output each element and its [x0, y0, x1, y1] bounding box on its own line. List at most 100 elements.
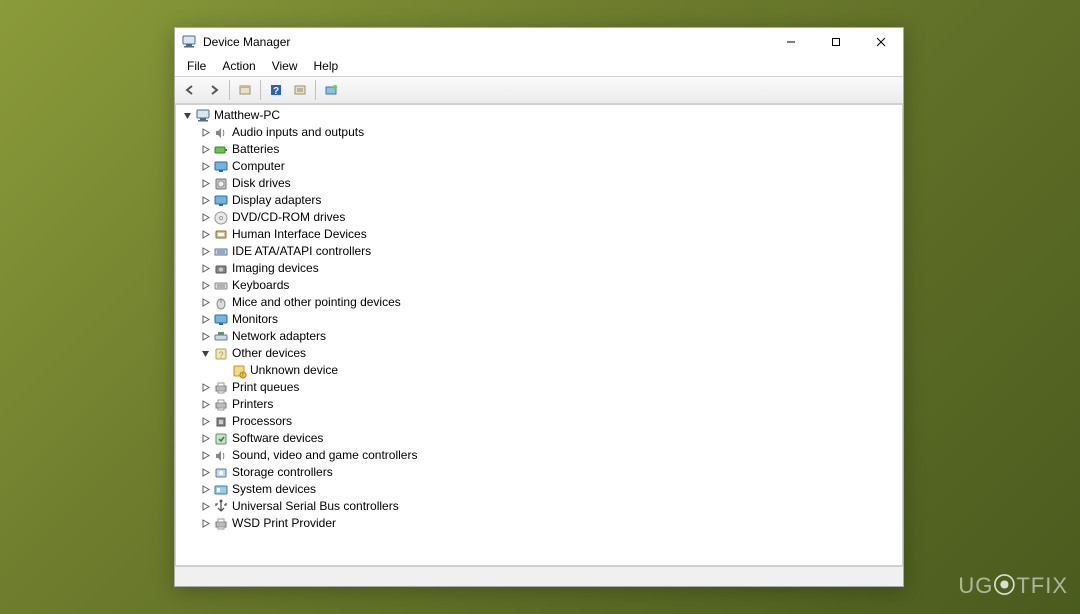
pc-icon [195, 108, 211, 124]
unknown-icon: ! [231, 363, 247, 379]
chevron-right-icon[interactable] [198, 517, 212, 531]
tree-node-display-adapters[interactable]: Display adapters [176, 192, 902, 209]
svg-text:?: ? [273, 86, 279, 97]
tree-node-label: Batteries [232, 141, 285, 158]
tree-node-root[interactable]: Matthew-PC [176, 107, 902, 124]
tree-node-label: Unknown device [250, 362, 344, 379]
tree-node-dvd-cd-rom-drives[interactable]: DVD/CD-ROM drives [176, 209, 902, 226]
tree-node-keyboards[interactable]: Keyboards [176, 277, 902, 294]
chevron-right-icon[interactable] [198, 279, 212, 293]
toolbar-separator [229, 80, 230, 100]
menu-view[interactable]: View [264, 57, 306, 75]
menu-action[interactable]: Action [214, 57, 263, 75]
tree-node-label: Mice and other pointing devices [232, 294, 407, 311]
tree-node-sound-video-and-game-controllers[interactable]: Sound, video and game controllers [176, 447, 902, 464]
chevron-right-icon[interactable] [198, 398, 212, 412]
chevron-right-icon[interactable] [198, 228, 212, 242]
tree-node-human-interface-devices[interactable]: Human Interface Devices [176, 226, 902, 243]
toolbar-forward-button[interactable] [203, 79, 225, 101]
watermark: UG⦿TFIX [958, 568, 1068, 600]
chevron-right-icon[interactable] [198, 483, 212, 497]
tree-node-ide-ata-atapi-controllers[interactable]: IDE ATA/ATAPI controllers [176, 243, 902, 260]
chevron-right-icon[interactable] [198, 313, 212, 327]
chevron-right-icon[interactable] [198, 466, 212, 480]
tree-node-unknown-device[interactable]: ! Unknown device [176, 362, 902, 379]
chevron-right-icon[interactable] [198, 296, 212, 310]
chevron-right-icon[interactable] [198, 262, 212, 276]
tree-node-label: Human Interface Devices [232, 226, 373, 243]
toolbar-scan-button[interactable] [320, 79, 342, 101]
toolbar-separator [260, 80, 261, 100]
tree-node-label: Computer [232, 158, 291, 175]
disk-icon [213, 176, 229, 192]
chevron-right-icon[interactable] [198, 330, 212, 344]
chevron-right-icon[interactable] [198, 245, 212, 259]
system-icon [213, 482, 229, 498]
close-button[interactable] [858, 28, 903, 56]
tree-node-label: Disk drives [232, 175, 297, 192]
tree-node-disk-drives[interactable]: Disk drives [176, 175, 902, 192]
chevron-right-icon[interactable] [198, 381, 212, 395]
ide-icon [213, 244, 229, 260]
titlebar[interactable]: Device Manager [175, 28, 903, 56]
statusbar [175, 566, 903, 586]
tree-node-label: Imaging devices [232, 260, 325, 277]
chevron-right-icon[interactable] [198, 143, 212, 157]
storage-icon [213, 465, 229, 481]
tree-node-processors[interactable]: Processors [176, 413, 902, 430]
tree-node-universal-serial-bus-controllers[interactable]: Universal Serial Bus controllers [176, 498, 902, 515]
menu-file[interactable]: File [179, 57, 214, 75]
tree-node-computer[interactable]: Computer [176, 158, 902, 175]
tree-node-label: WSD Print Provider [232, 515, 342, 532]
tree-node-mice-and-other-pointing-devices[interactable]: Mice and other pointing devices [176, 294, 902, 311]
tree-node-monitors[interactable]: Monitors [176, 311, 902, 328]
tree-node-audio-inputs-and-outputs[interactable]: Audio inputs and outputs [176, 124, 902, 141]
monitor-icon [213, 159, 229, 175]
chevron-right-icon[interactable] [198, 177, 212, 191]
chevron-right-icon[interactable] [198, 160, 212, 174]
tree-node-label: System devices [232, 481, 322, 498]
chevron-right-icon[interactable] [198, 415, 212, 429]
chevron-right-icon[interactable] [198, 449, 212, 463]
tree-node-printers[interactable]: Printers [176, 396, 902, 413]
svg-text:!: ! [242, 373, 243, 379]
tree-node-label: Universal Serial Bus controllers [232, 498, 405, 515]
toolbar-properties-button[interactable] [289, 79, 311, 101]
window-controls [768, 28, 903, 56]
toolbar-separator [315, 80, 316, 100]
app-icon [181, 34, 197, 50]
toolbar-show-hidden-button[interactable] [234, 79, 256, 101]
toolbar-back-button[interactable] [179, 79, 201, 101]
tree-node-storage-controllers[interactable]: Storage controllers [176, 464, 902, 481]
tree-node-system-devices[interactable]: System devices [176, 481, 902, 498]
tree-node-print-queues[interactable]: Print queues [176, 379, 902, 396]
tree-node-other-devices[interactable]: ?Other devices [176, 345, 902, 362]
tree-node-label: Network adapters [232, 328, 332, 345]
chevron-down-icon[interactable] [180, 109, 194, 123]
tree-node-label: IDE ATA/ATAPI controllers [232, 243, 377, 260]
tree-node-network-adapters[interactable]: Network adapters [176, 328, 902, 345]
chevron-right-icon[interactable] [198, 432, 212, 446]
menu-help[interactable]: Help [306, 57, 347, 75]
chevron-right-icon[interactable] [198, 211, 212, 225]
toolbar: ? [175, 76, 903, 104]
speaker-icon [213, 125, 229, 141]
tree-node-batteries[interactable]: Batteries [176, 141, 902, 158]
menubar: File Action View Help [175, 56, 903, 76]
tree-node-label: Printers [232, 396, 279, 413]
tree-node-imaging-devices[interactable]: Imaging devices [176, 260, 902, 277]
tree-node-label: DVD/CD-ROM drives [232, 209, 351, 226]
mouse-icon [213, 295, 229, 311]
toolbar-help-button[interactable]: ? [265, 79, 287, 101]
maximize-button[interactable] [813, 28, 858, 56]
tree-node-label: Print queues [232, 379, 305, 396]
chevron-down-icon[interactable] [198, 347, 212, 361]
minimize-button[interactable] [768, 28, 813, 56]
tree-node-software-devices[interactable]: Software devices [176, 430, 902, 447]
device-tree[interactable]: Matthew-PCAudio inputs and outputsBatter… [175, 104, 903, 566]
chevron-right-icon[interactable] [198, 500, 212, 514]
hid-icon [213, 227, 229, 243]
tree-node-wsd-print-provider[interactable]: WSD Print Provider [176, 515, 902, 532]
chevron-right-icon[interactable] [198, 194, 212, 208]
chevron-right-icon[interactable] [198, 126, 212, 140]
